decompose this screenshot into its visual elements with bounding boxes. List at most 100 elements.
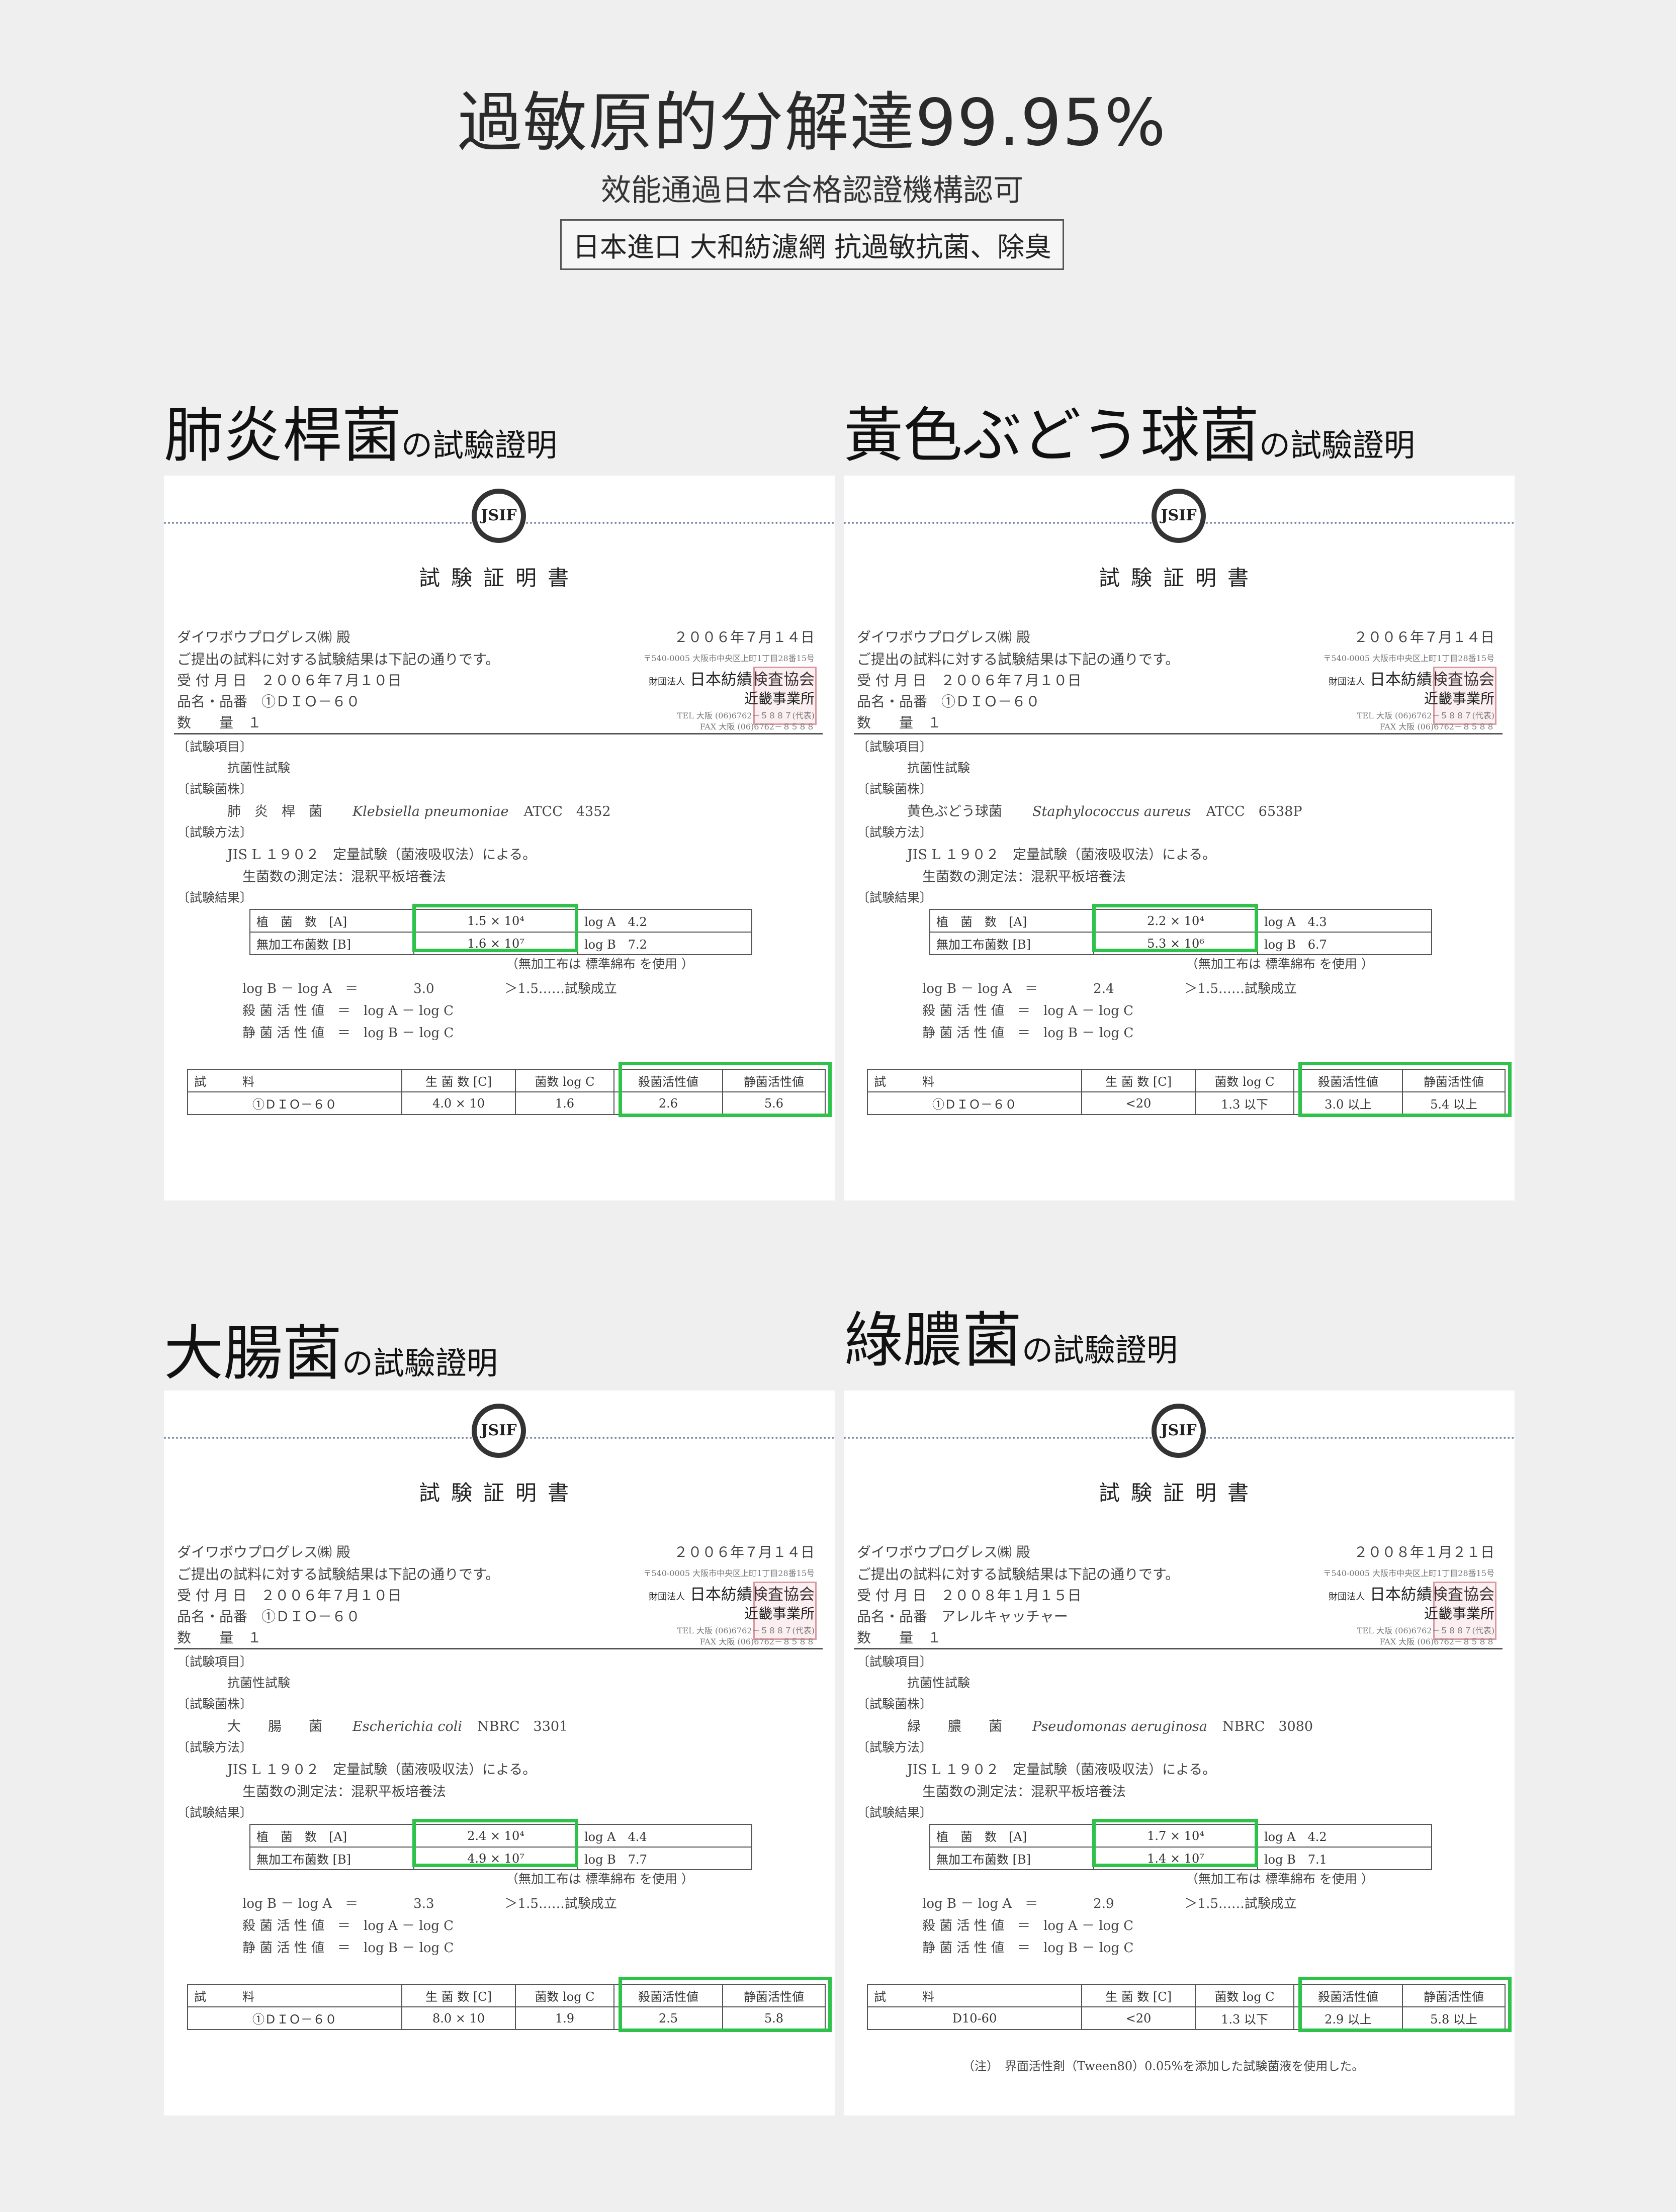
intro-text: ご提出の試料に対する試験結果は下記の通りです。 <box>857 651 1180 668</box>
certificate-title: 試験証明書 <box>1098 566 1260 590</box>
table-header: 試 料 <box>187 1984 402 2007</box>
section-title-main: 綠膿菌 <box>844 1306 1022 1375</box>
strain-jp: 緑 膿 菌 <box>907 1719 1002 1734</box>
result-heading: 〔試験結果〕 <box>857 890 933 905</box>
office-name: 近畿事業所 <box>744 690 815 707</box>
table-cell: <20 <box>1081 2006 1196 2030</box>
highlight-box <box>412 1819 578 1867</box>
section-title-pseudomonas: 綠膿菌の試驗證明 <box>844 1292 1178 1378</box>
calc-validity: log B － log A ＝ 3.3 ＞1.5……試験成立 <box>242 1893 617 1912</box>
calc-bactericidal: 殺 菌 活 性 値 ＝ log A － log C <box>242 1003 454 1019</box>
addressee: ダイワボウプログレス㈱ 殿 <box>177 1544 350 1560</box>
strain-code: ATCC 6538P <box>1206 804 1302 819</box>
calc-validity-value: 3.3 <box>413 1896 434 1911</box>
table-header: 試 料 <box>187 1069 402 1092</box>
table-cell: log A 4.2 <box>577 909 752 933</box>
calc-validity: log B － log A ＝ 3.0 ＞1.5……試験成立 <box>242 978 617 997</box>
calc-validity-formula: log B － log A ＝ <box>922 981 1038 996</box>
strain-latin: Escherichia coli <box>352 1719 463 1734</box>
table-cell: 8.0 × 10 <box>401 2006 516 2030</box>
method-standard: JIS L １９０２ 定量試験（菌液吸収法）による。 <box>907 1762 1216 1778</box>
received-date: 受 付 月 日 ２００８年１月１５日 <box>857 1587 1082 1604</box>
calc-bacteriostatic: 静 菌 活 性 値 ＝ log B － log C <box>922 1941 1134 1956</box>
org-address: 〒540-0005 大阪市中央区上町1丁目28番15号 <box>643 1569 815 1578</box>
org-address: 〒540-0005 大阪市中央区上町1丁目28番15号 <box>1323 1569 1494 1578</box>
strain: 緑 膿 菌 Pseudomonas aeruginosa NBRC 3080 <box>907 1715 1313 1735</box>
strain-code: NBRC 3080 <box>1222 1719 1313 1734</box>
intro-text: ご提出の試料に対する試験結果は下記の通りです。 <box>177 1566 500 1583</box>
calc-validity-formula: log B － log A ＝ <box>242 981 359 996</box>
table-cell: log A 4.2 <box>1257 1824 1432 1848</box>
addressee: ダイワボウプログレス㈱ 殿 <box>177 629 350 646</box>
table-cell: 4.0 × 10 <box>401 1091 516 1115</box>
calc-validity-result: ＞1.5……試験成立 <box>504 1896 617 1911</box>
certificate-title: 試験証明書 <box>1098 1481 1260 1505</box>
jsif-seal-logo: JSIF <box>1152 489 1206 543</box>
certificate-title: 試験証明書 <box>418 1481 580 1505</box>
section-title-suffix: の試驗證明 <box>342 1345 498 1381</box>
strain-heading: 〔試験菌株〕 <box>857 1697 933 1711</box>
calc-validity-result: ＞1.5……試験成立 <box>1184 1896 1297 1911</box>
table-cell: 植 菌 数 [A] <box>249 1824 414 1848</box>
method-count: 生菌数の測定法：混釈平板培養法 <box>922 869 1126 885</box>
test-item-heading: 〔試験項目〕 <box>177 740 253 754</box>
table-cell: ①ＤＩＯ－６０ <box>867 1091 1082 1115</box>
result-heading: 〔試験結果〕 <box>177 1805 253 1820</box>
table-header: 生 菌 数 [C] <box>401 1069 516 1092</box>
org-prefix: 財団法人 <box>1329 677 1365 687</box>
header-bottom-rule <box>174 733 823 734</box>
strain-heading: 〔試験菌株〕 <box>857 782 933 796</box>
test-item-heading: 〔試験項目〕 <box>177 1654 253 1669</box>
page-title: 過敏原的分解達99.95% <box>457 85 1167 160</box>
strain-jp: 大 腸 菌 <box>227 1719 322 1734</box>
calc-bactericidal: 殺 菌 活 性 値 ＝ log A － log C <box>922 1918 1134 1933</box>
table-cell: 1.6 <box>515 1091 614 1115</box>
test-certificate: JSIF 試験証明書 ダイワボウプログレス㈱ 殿 ２００６年７月１４日 ご提出の… <box>164 1391 835 2115</box>
calc-bacteriostatic: 静 菌 活 性 値 ＝ log B － log C <box>922 1026 1134 1041</box>
calc-validity-value: 2.4 <box>1093 981 1114 996</box>
table-header: 菌数 log C <box>1195 1069 1294 1092</box>
section-title-suffix: の試驗證明 <box>1022 1332 1178 1368</box>
calc-validity-formula: log B － log A ＝ <box>242 1896 359 1911</box>
calc-validity: log B － log A ＝ 2.9 ＞1.5……試験成立 <box>922 1893 1297 1912</box>
fax: FAX 大阪 (06)6762－８５８８ <box>699 722 815 731</box>
section-title-ecoli: 大腸菌の試驗證明 <box>164 1305 498 1391</box>
intro-text: ご提出の試料に対する試験結果は下記の通りです。 <box>857 1566 1180 1583</box>
strain-code: ATCC 4352 <box>523 804 611 819</box>
section-title-klebsiella: 肺炎桿菌の試驗證明 <box>164 387 557 473</box>
addressee: ダイワボウプログレス㈱ 殿 <box>857 629 1030 646</box>
test-item: 抗菌性試験 <box>227 761 291 775</box>
strain-heading: 〔試験菌株〕 <box>177 1697 253 1711</box>
received-date: 受 付 月 日 ２００６年７月１０日 <box>177 1587 402 1604</box>
issue-date: ２００６年７月１４日 <box>673 629 815 646</box>
jsif-seal-logo: JSIF <box>472 1404 526 1458</box>
product-name: 品名・品番 ①ＤＩＯ－６０ <box>177 693 361 710</box>
table-cell: log A 4.4 <box>577 1824 752 1848</box>
table-header: 生 菌 数 [C] <box>401 1984 516 2007</box>
table-cell: 1.3 以下 <box>1195 2006 1294 2030</box>
section-title-main: 大腸菌 <box>164 1319 342 1388</box>
section-title-main: 黃色ぶどう球菌 <box>844 401 1260 470</box>
table-cell: log B 6.7 <box>1257 932 1432 955</box>
strain-latin: Klebsiella pneumoniae <box>352 804 509 819</box>
tel: TEL 大阪 (06)6762－５８８７(代表) <box>1357 711 1494 720</box>
control-note: （無加工布は 標準綿布 を使用 ） <box>1186 957 1374 971</box>
header-bottom-rule <box>854 733 1503 734</box>
method-count: 生菌数の測定法：混釈平板培養法 <box>922 1784 1126 1800</box>
method-standard: JIS L １９０２ 定量試験（菌液吸収法）による。 <box>907 847 1216 863</box>
calc-validity-result: ＞1.5……試験成立 <box>504 981 617 996</box>
strain-heading: 〔試験菌株〕 <box>177 782 253 796</box>
test-item: 抗菌性試験 <box>227 1676 291 1690</box>
highlight-box <box>1298 1062 1512 1117</box>
quantity: 数 量 １ <box>177 1629 262 1646</box>
table-header: 試 料 <box>867 1069 1082 1092</box>
table-cell: 1.9 <box>515 2006 614 2030</box>
highlight-box <box>1092 904 1258 952</box>
highlight-box <box>412 904 578 952</box>
org-prefix: 財団法人 <box>1329 1592 1365 1602</box>
test-item: 抗菌性試験 <box>907 761 971 775</box>
quantity: 数 量 １ <box>177 714 262 731</box>
office-name: 近畿事業所 <box>744 1605 815 1622</box>
method-heading: 〔試験方法〕 <box>177 825 253 840</box>
table-cell: log B 7.1 <box>1257 1847 1432 1870</box>
